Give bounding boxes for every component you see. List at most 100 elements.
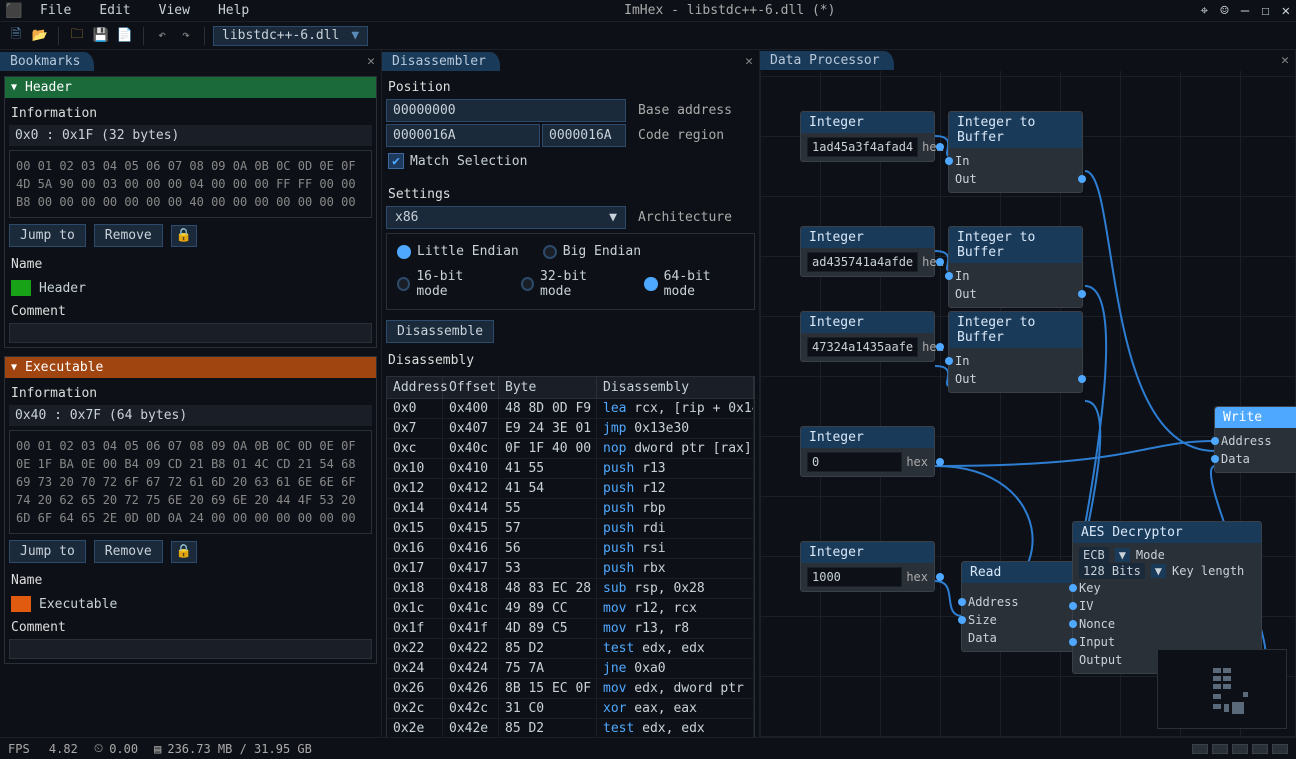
menu-file[interactable]: File xyxy=(30,1,81,20)
disasm-row[interactable]: 0x12 0x412 41 54 push r12 xyxy=(387,479,754,499)
code-region-end-input[interactable]: 0000016A xyxy=(542,124,626,147)
base-address-input[interactable]: 00000000 xyxy=(386,99,626,122)
close-icon[interactable]: ✕ xyxy=(1282,3,1290,19)
node-value-input[interactable]: 1ad45a3f4afad4 xyxy=(807,137,918,157)
status-widget[interactable] xyxy=(1192,744,1208,754)
disassembler-close-icon[interactable]: ✕ xyxy=(739,54,759,69)
node-int-to-buffer-1[interactable]: Integer to Buffer In Out xyxy=(948,111,1083,193)
disassemble-button[interactable]: Disassemble xyxy=(386,320,494,343)
bug-icon[interactable]: ⌖ xyxy=(1200,3,1208,19)
architecture-dropdown[interactable]: x86 ▼ xyxy=(386,206,626,229)
bookmarks-panel: Bookmarks ✕ ▼ Header Information 0x0 : 0… xyxy=(0,50,382,737)
remove-button[interactable]: Remove xyxy=(94,540,163,563)
disasm-row[interactable]: 0x2c 0x42c 31 C0 xor eax, eax xyxy=(387,699,754,719)
col-address[interactable]: Address xyxy=(387,377,443,398)
node-minimap[interactable] xyxy=(1157,649,1287,729)
radio-16bit[interactable]: 16-bit mode xyxy=(397,269,497,299)
node-integer-5[interactable]: Integer 1000 hex xyxy=(800,541,935,592)
folder-icon[interactable]: 🗀 xyxy=(67,26,87,46)
col-disassembly[interactable]: Disassembly xyxy=(597,377,754,398)
node-int-to-buffer-2[interactable]: Integer to Buffer In Out xyxy=(948,226,1083,308)
disasm-row[interactable]: 0x17 0x417 53 push rbx xyxy=(387,559,754,579)
disasm-row[interactable]: 0x18 0x418 48 83 EC 28 sub rsp, 0x28 xyxy=(387,579,754,599)
name-label: Name xyxy=(9,253,372,276)
bookmark-range: 0x0 : 0x1F (32 bytes) xyxy=(9,125,372,146)
status-cpu: ⏲0.00 xyxy=(94,741,138,756)
aes-mode-dropdown[interactable]: ▼ xyxy=(1115,548,1130,562)
bookmarks-close-icon[interactable]: ✕ xyxy=(361,54,381,69)
status-widget[interactable] xyxy=(1252,744,1268,754)
radio-little-endian[interactable]: Little Endian xyxy=(397,244,519,259)
disasm-row[interactable]: 0x10 0x410 41 55 push r13 xyxy=(387,459,754,479)
save-icon[interactable]: 💾 xyxy=(91,26,111,46)
lock-button[interactable]: 🔒 xyxy=(171,541,197,563)
jump-to-button[interactable]: Jump to xyxy=(9,540,86,563)
smiley-icon[interactable]: ☺ xyxy=(1220,3,1228,19)
open-file-icon[interactable]: 📂 xyxy=(30,26,50,46)
name-label: Name xyxy=(9,569,372,592)
new-file-icon[interactable]: 🗎 xyxy=(6,26,26,46)
file-tab-dropdown[interactable]: libstdc++-6.dll ▼ xyxy=(213,26,368,46)
node-value-input[interactable]: ad435741a4afde xyxy=(807,252,918,272)
data-processor-tab[interactable]: Data Processor xyxy=(760,51,894,70)
minimize-icon[interactable]: — xyxy=(1241,3,1249,19)
disasm-row[interactable]: 0x24 0x424 75 7A jne 0xa0 xyxy=(387,659,754,679)
undo-icon[interactable]: ↶ xyxy=(152,26,172,46)
disasm-row[interactable]: 0x15 0x415 57 push rdi xyxy=(387,519,754,539)
color-swatch[interactable] xyxy=(11,280,31,296)
disasm-row[interactable]: 0x2e 0x42e 85 D2 test edx, edx xyxy=(387,719,754,737)
position-label: Position xyxy=(386,76,755,99)
disasm-row[interactable]: 0x26 0x426 8B 15 EC 0F 1 mov edx, dword … xyxy=(387,679,754,699)
node-integer-4[interactable]: Integer 0 hex xyxy=(800,426,935,477)
menu-edit[interactable]: Edit xyxy=(89,1,140,20)
match-selection-checkbox[interactable]: ✔ xyxy=(388,153,404,169)
col-offset[interactable]: Offset xyxy=(443,377,499,398)
col-byte[interactable]: Byte xyxy=(499,377,597,398)
bookmark-header[interactable]: ▼ Header xyxy=(5,77,376,98)
radio-32bit[interactable]: 32-bit mode xyxy=(521,269,621,299)
disasm-row[interactable]: 0x7 0x407 E9 24 3E 01 0 jmp 0x13e30 xyxy=(387,419,754,439)
disasm-row[interactable]: 0x16 0x416 56 push rsi xyxy=(387,539,754,559)
node-int-to-buffer-3[interactable]: Integer to Buffer In Out xyxy=(948,311,1083,393)
node-integer-1[interactable]: Integer 1ad45a3f4afad4 hex xyxy=(800,111,935,162)
disasm-row[interactable]: 0x1f 0x41f 4D 89 C5 mov r13, r8 xyxy=(387,619,754,639)
data-processor-close-icon[interactable]: ✕ xyxy=(1275,53,1295,68)
lock-button[interactable]: 🔒 xyxy=(171,225,197,247)
status-widget[interactable] xyxy=(1272,744,1288,754)
disasm-row[interactable]: 0x1c 0x41c 49 89 CC mov r12, rcx xyxy=(387,599,754,619)
node-value-input[interactable]: 47324a1435aafe xyxy=(807,337,918,357)
redo-icon[interactable]: ↷ xyxy=(176,26,196,46)
script-icon[interactable]: 📄 xyxy=(115,26,135,46)
jump-to-button[interactable]: Jump to xyxy=(9,224,86,247)
bookmark-item: ▼ Executable Information 0x40 : 0x7F (64… xyxy=(4,356,377,664)
remove-button[interactable]: Remove xyxy=(94,224,163,247)
code-region-start-input[interactable]: 0000016A xyxy=(386,124,540,147)
comment-input[interactable] xyxy=(9,639,372,659)
disasm-row[interactable]: 0x22 0x422 85 D2 test edx, edx xyxy=(387,639,754,659)
maximize-icon[interactable]: ☐ xyxy=(1261,3,1269,19)
disasm-row[interactable]: 0x14 0x414 55 push rbp xyxy=(387,499,754,519)
node-title: AES Decryptor xyxy=(1073,522,1261,543)
node-integer-3[interactable]: Integer 47324a1435aafe hex xyxy=(800,311,935,362)
menu-view[interactable]: View xyxy=(149,1,200,20)
radio-big-endian[interactable]: Big Endian xyxy=(543,244,641,259)
node-canvas[interactable]: Integer 1ad45a3f4afad4 hex Integer to Bu… xyxy=(760,71,1295,737)
comment-input[interactable] xyxy=(9,323,372,343)
aes-keylen-dropdown[interactable]: ▼ xyxy=(1151,564,1166,578)
status-widget[interactable] xyxy=(1232,744,1248,754)
bookmarks-tab[interactable]: Bookmarks xyxy=(0,52,94,71)
node-value-input[interactable]: 1000 xyxy=(807,567,902,587)
disasm-row[interactable]: 0xc 0x40c 0F 1F 40 00 nop dword ptr [rax… xyxy=(387,439,754,459)
bookmark-name: Header xyxy=(39,281,86,296)
disassembler-tab[interactable]: Disassembler xyxy=(382,52,500,71)
node-integer-2[interactable]: Integer ad435741a4afde hex xyxy=(800,226,935,277)
node-write[interactable]: Write Address Data xyxy=(1214,406,1296,473)
bookmark-header[interactable]: ▼ Executable xyxy=(5,357,376,378)
node-value-input[interactable]: 0 xyxy=(807,452,902,472)
radio-64bit[interactable]: 64-bit mode xyxy=(644,269,744,299)
menu-help[interactable]: Help xyxy=(208,1,259,20)
color-swatch[interactable] xyxy=(11,596,31,612)
disasm-row[interactable]: 0x0 0x400 48 8D 0D F9 0 lea rcx, [rip + … xyxy=(387,399,754,419)
lock-icon: 🔒 xyxy=(176,228,192,243)
status-widget[interactable] xyxy=(1212,744,1228,754)
